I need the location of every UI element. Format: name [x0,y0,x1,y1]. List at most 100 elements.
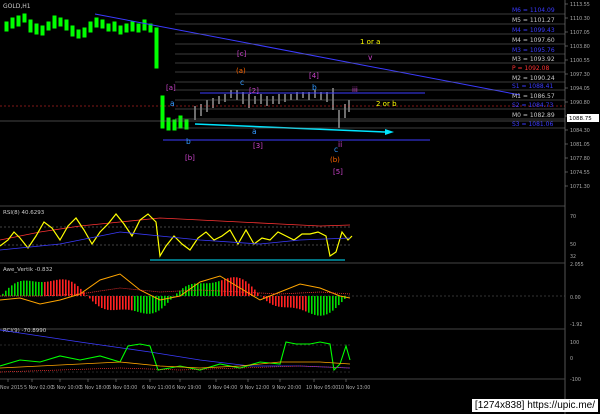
wave-label: a [252,127,257,136]
histogram-bar [110,296,112,311]
histogram-bar [215,282,217,296]
time-tick: 6 Nov 03:00 [108,385,137,391]
histogram-bar [122,296,124,310]
histogram-bar [92,296,94,302]
wave-label: [4] [309,72,319,80]
price-tick: 1094.05 [570,86,590,92]
histogram-bar [26,280,28,296]
histogram-bar [134,296,136,312]
price-tick: 1103.80 [570,44,590,50]
histogram-bar [86,295,88,296]
histogram-bar [242,279,244,296]
time-tick: 6 Nov 19:00 [172,385,201,391]
price-tick: 1074.55 [570,170,590,176]
histogram-bar [191,283,193,296]
histogram-bar [5,290,7,296]
murrey-level-label: M4 = 1097.60 [512,37,555,44]
histogram-bar [41,282,43,296]
histogram-bar [287,296,289,308]
awesome-label: Awe_Vertik -0.832 [3,267,53,273]
indicator-axis-tick: -100 [570,377,581,383]
histogram-bar [224,279,226,296]
histogram-bar [314,296,316,315]
time-tick: 9 Nov 04:00 [208,385,237,391]
time-tick: 9 Nov 12:00 [240,385,269,391]
histogram-bar [128,296,130,310]
indicator-axis-tick: 0.00 [570,295,581,301]
current-price-tag: 1088.75 [569,116,592,122]
time-tick: Nov 2015 [0,385,23,391]
murrey-level-label: M0 = 1082.89 [512,112,555,119]
histogram-bar [23,280,25,296]
wave-label: ii [338,140,342,149]
wave-label: (b) [330,156,340,164]
histogram-bar [320,296,322,316]
price-tick: 1113.55 [570,2,590,8]
chart-window[interactable]: GOLD,H1 M6 = 1104.09M5 = 1101.27M4 = 109… [0,0,600,414]
wave-label: [a] [166,84,176,92]
histogram-bar [233,277,235,296]
murrey-level-label: M5 = 1101.27 [512,17,555,24]
histogram-bar [53,280,55,296]
histogram-bar [98,296,100,307]
histogram-bar [119,296,121,310]
wave-label: [3] [253,142,263,150]
histogram-bar [14,283,16,296]
histogram-bar [209,283,211,296]
histogram-bar [146,296,148,314]
wave-label: b [186,137,191,146]
histogram-bar [143,296,145,314]
histogram-bar [311,296,313,314]
histogram-bar [47,281,49,296]
histogram-bar [176,293,178,296]
histogram-bar [197,283,199,296]
histogram-bar [281,296,283,308]
histogram-bar [62,279,64,296]
histogram-bar [125,296,127,310]
histogram-bar [131,296,133,311]
histogram-bar [38,281,40,296]
histogram-bar [11,285,13,296]
histogram-bar [50,281,52,296]
histogram-bar [83,292,85,296]
histogram-bar [329,296,331,313]
histogram-bar [65,279,67,296]
histogram-bar [116,296,118,310]
histogram-bar [68,280,70,296]
histogram-bar [284,296,286,308]
histogram-bar [203,283,205,296]
wave-label: c [334,145,338,154]
histogram-bar [230,277,232,296]
histogram-bar [290,296,292,308]
murrey-level-label: S1 = 1088.41 [512,83,553,90]
histogram-bar [17,281,19,296]
histogram-bar [326,296,328,315]
histogram-bar [305,296,307,312]
histogram-bar [302,296,304,311]
histogram-bar [32,281,34,296]
histogram-bar [218,281,220,296]
watermark: [1274x838] https://upic.me/ [471,399,598,412]
wave-label: c [240,78,244,87]
histogram-bar [221,280,223,296]
time-tick: 10 Nov 05:00 [306,385,338,391]
histogram-bar [308,296,310,313]
histogram-bar [299,296,301,310]
histogram-bar [293,296,295,308]
time-tick: 5 Nov 10:00 [52,385,81,391]
histogram-bar [332,296,334,311]
time-tick: 5 Nov 02:00 [24,385,53,391]
histogram-bar [89,296,91,299]
murrey-level-label: M1 = 1086.57 [512,93,555,100]
histogram-bar [317,296,319,316]
histogram-bar [101,296,103,308]
indicator-axis-tick: 50 [570,242,576,248]
histogram-bar [8,287,10,296]
murrey-level-label: S2 = 1084.73 [512,102,553,109]
histogram-bar [44,281,46,296]
price-tick: 1081.05 [570,142,590,148]
price-tick: 1084.30 [570,128,590,134]
price-tick: 1097.30 [570,72,590,78]
time-tick: 6 Nov 11:00 [142,385,171,391]
time-tick: 10 Nov 13:00 [338,385,370,391]
